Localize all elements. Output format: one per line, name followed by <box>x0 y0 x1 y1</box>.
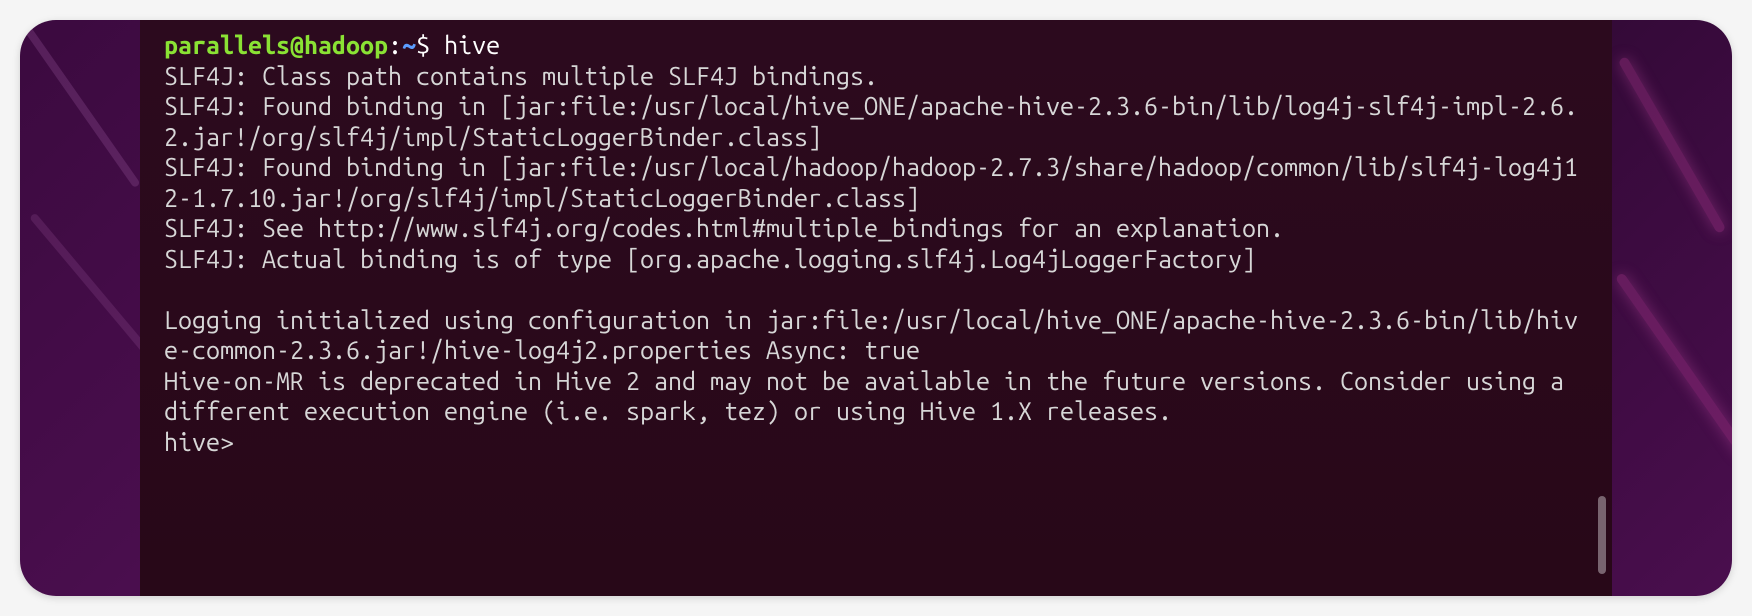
prompt-at: @ <box>290 31 304 59</box>
prompt-colon: : <box>388 31 402 59</box>
terminal-window[interactable]: parallels@hadoop:~$ hive SLF4J: Class pa… <box>140 20 1612 596</box>
desktop-background: parallels@hadoop:~$ hive SLF4J: Class pa… <box>20 20 1732 596</box>
prompt-host: hadoop <box>304 31 388 59</box>
terminal-output-line: SLF4J: See http://www.slf4j.org/codes.ht… <box>164 214 1284 242</box>
prompt-dollar: $ <box>416 31 430 59</box>
scrollbar-thumb[interactable] <box>1598 496 1606 574</box>
hive-prompt[interactable]: hive> <box>164 428 248 456</box>
terminal-output-line: SLF4J: Found binding in [jar:file:/usr/l… <box>164 153 1578 212</box>
prompt-path: ~ <box>402 31 416 59</box>
terminal-output-line: Logging initialized using configuration … <box>164 306 1578 365</box>
terminal-output-line: Hive-on-MR is deprecated in Hive 2 and m… <box>164 367 1578 426</box>
terminal-output-line: SLF4J: Found binding in [jar:file:/usr/l… <box>164 92 1578 151</box>
terminal-output-line: SLF4J: Actual binding is of type [org.ap… <box>164 245 1256 273</box>
command-input[interactable]: hive <box>444 31 500 59</box>
terminal-output-line: SLF4J: Class path contains multiple SLF4… <box>164 62 878 90</box>
prompt-user: parallels <box>164 31 290 59</box>
